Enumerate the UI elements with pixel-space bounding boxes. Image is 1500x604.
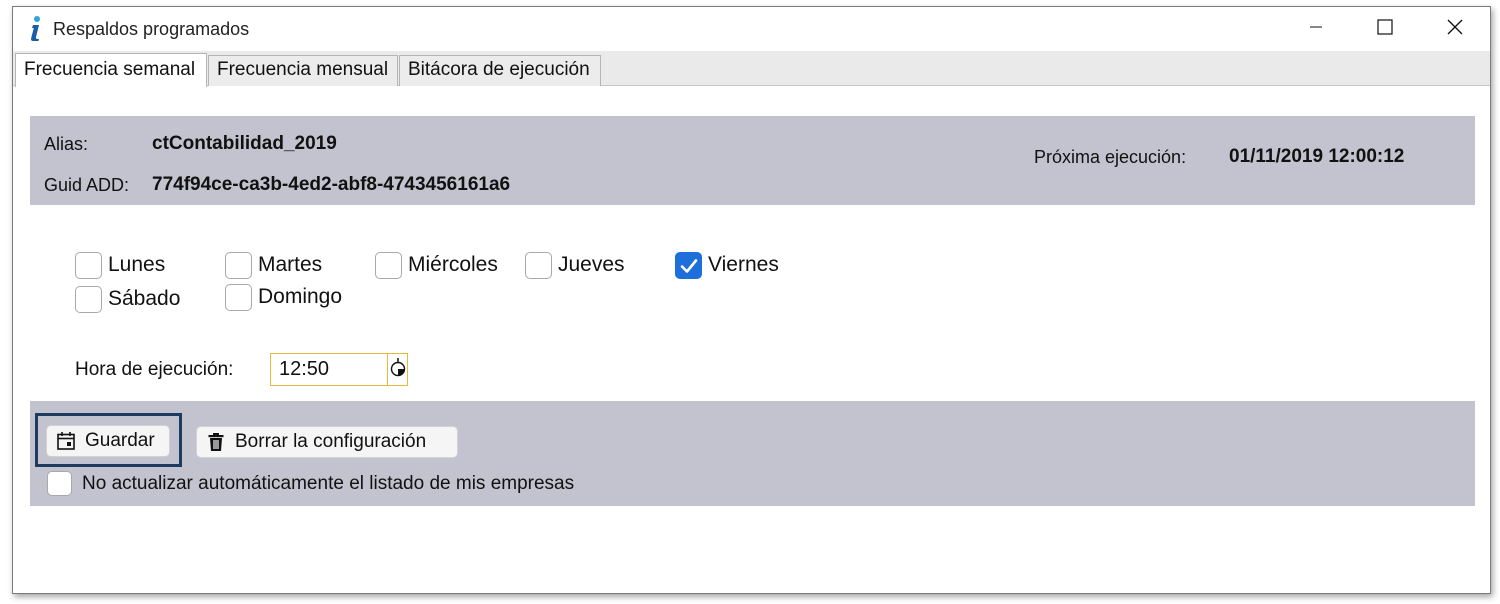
tab-bitacora-ejecucion[interactable]: Bitácora de ejecución (399, 55, 601, 86)
tab-frecuencia-semanal[interactable]: Frecuencia semanal (15, 53, 207, 87)
window-title: Respaldos programados (53, 19, 250, 39)
guid-label: Guid ADD: (44, 175, 130, 195)
viernes-checkbox[interactable] (675, 251, 702, 282)
miercoles-checkbox[interactable] (375, 251, 402, 279)
guardar-label: Guardar (85, 430, 155, 451)
day-label: Jueves (558, 253, 625, 276)
next-execution-label: Próxima ejecución: (1034, 147, 1187, 167)
guid-value: 774f94ce-ca3b-4ed2-abf8-4743456161a6 (152, 174, 511, 195)
day-lunes[interactable]: Lunes (75, 250, 165, 280)
tab-strip: Frecuencia semanal Frecuencia mensual Bi… (13, 51, 1490, 87)
jueves-checkbox[interactable] (525, 251, 552, 279)
title-bar: Respaldos programados (13, 7, 1490, 51)
day-martes[interactable]: Martes (225, 250, 322, 280)
time-picker-button[interactable] (387, 354, 407, 385)
alias-value: ctContabilidad_2019 (152, 133, 337, 154)
maximize-icon (1377, 18, 1393, 40)
app-info-icon (27, 15, 43, 43)
day-label: Lunes (108, 253, 166, 276)
no-actualizar-label: No actualizar automáticamente el listado… (82, 472, 575, 494)
day-jueves[interactable]: Jueves (525, 250, 625, 280)
day-label: Domingo (258, 285, 343, 308)
sabado-checkbox[interactable] (75, 285, 102, 313)
calendar-icon (55, 430, 77, 452)
day-viernes[interactable]: Viernes (675, 250, 779, 280)
clock-icon (390, 357, 406, 382)
guardar-button[interactable]: Guardar (46, 425, 170, 457)
next-execution-value: 01/11/2019 12:00:12 (1229, 146, 1405, 167)
no-actualizar-option[interactable]: No actualizar automáticamente el listado… (47, 471, 574, 496)
lunes-checkbox[interactable] (75, 251, 102, 279)
alias-label: Alias: (44, 134, 89, 154)
minimize-button[interactable] (1282, 7, 1350, 51)
domingo-checkbox[interactable] (225, 283, 252, 311)
checkmark-icon (678, 255, 700, 282)
time-input[interactable]: 12:50 (271, 354, 387, 385)
no-actualizar-checkbox[interactable] (47, 471, 72, 496)
maximize-button[interactable] (1351, 7, 1419, 51)
trash-icon (205, 431, 227, 453)
day-domingo[interactable]: Domingo (225, 282, 342, 312)
martes-checkbox[interactable] (225, 251, 252, 279)
time-picker[interactable]: 12:50 (270, 353, 408, 386)
day-sabado[interactable]: Sábado (75, 284, 180, 314)
borrar-label: Borrar la configuración (235, 431, 427, 452)
hora-label: Hora de ejecución: (75, 359, 234, 380)
minimize-icon (1309, 20, 1323, 39)
day-label: Viernes (708, 253, 779, 276)
day-label: Martes (258, 253, 323, 276)
backup-schedule-window: Respaldos programados Frecuencia semanal… (12, 6, 1491, 594)
day-label: Sábado (108, 287, 181, 310)
close-icon (1447, 19, 1463, 40)
close-button[interactable] (1421, 7, 1489, 51)
day-label: Miércoles (408, 253, 498, 276)
tab-frecuencia-mensual[interactable]: Frecuencia mensual (208, 55, 398, 86)
info-panel: Alias: ctContabilidad_2019 Guid ADD: 774… (30, 116, 1475, 205)
borrar-configuracion-button[interactable]: Borrar la configuración (196, 426, 458, 458)
day-miercoles[interactable]: Miércoles (375, 250, 498, 280)
